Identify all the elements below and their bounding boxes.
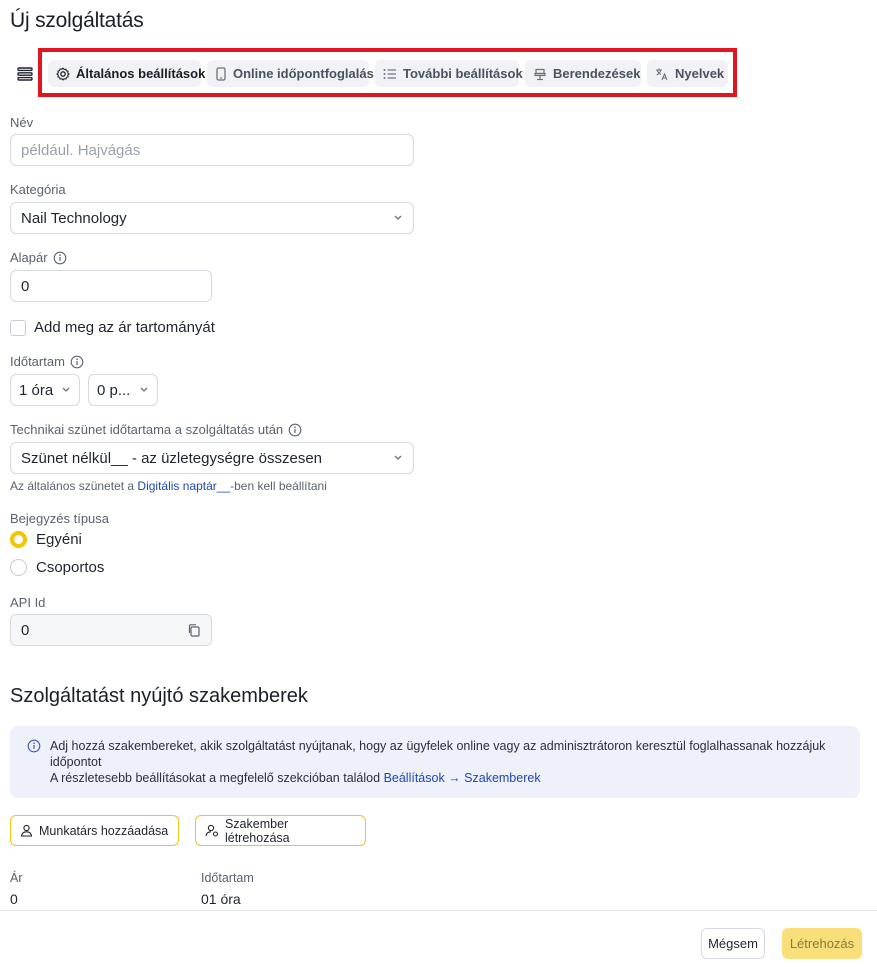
entry-type-radio-individual[interactable] xyxy=(10,531,27,548)
duration-minutes-value: 0 p... xyxy=(97,381,131,399)
entry-type-option-label: Csoportos xyxy=(36,559,105,576)
category-select[interactable]: Nail Technology xyxy=(10,202,414,234)
info-text-line2: A részletesebb beállításokat a megfelelő… xyxy=(50,770,844,786)
copy-icon[interactable] xyxy=(187,623,201,637)
technical-break-label: Technikai szünet időtartama a szolgáltat… xyxy=(10,422,302,437)
info-line2-prefix: A részletesebb beállításokat a megfelelő… xyxy=(50,771,381,785)
settings-specialists-link[interactable]: Beállítások → Szakemberek xyxy=(384,771,541,785)
duration-column-label: Időtartam xyxy=(201,871,254,885)
category-label: Kategória xyxy=(10,182,66,197)
user-icon xyxy=(20,824,33,837)
tab-label: Általános beállítások xyxy=(76,66,206,81)
chevron-down-icon xyxy=(62,387,70,392)
help-suffix: -ben kell beállítani xyxy=(230,479,327,493)
chevron-down-icon xyxy=(140,387,148,392)
info-icon[interactable] xyxy=(288,423,302,437)
technical-break-value: Szünet nélkül__ - az üzletegységre össze… xyxy=(21,449,323,467)
menu-icon[interactable] xyxy=(10,60,40,88)
technical-break-label-text: Technikai szünet időtartama a szolgáltat… xyxy=(10,422,284,437)
chevron-down-icon xyxy=(394,215,402,220)
add-staff-button[interactable]: Munkatárs hozzáadása xyxy=(10,815,179,846)
tab-label: További beállítások xyxy=(403,66,523,81)
duration-hours-select[interactable]: 1 óra xyxy=(10,374,80,406)
api-id-field[interactable]: 0 xyxy=(10,614,212,646)
api-id-label: API Id xyxy=(10,595,46,610)
tab-online-booking[interactable]: Online időpontfoglalás xyxy=(207,60,374,87)
duration-minutes-select[interactable]: 0 p... xyxy=(88,374,158,406)
translate-icon xyxy=(656,68,668,80)
cancel-button[interactable]: Mégsem xyxy=(701,928,765,959)
info-icon xyxy=(27,739,41,753)
base-price-value: 0 xyxy=(21,277,30,295)
api-id-value: 0 xyxy=(21,621,30,639)
create-specialist-label: Szakember létrehozása xyxy=(224,816,290,845)
technical-break-help: Az általános szünetet a Digitális naptár… xyxy=(10,479,327,493)
user-settings-icon xyxy=(205,824,219,837)
tab-equipment[interactable]: Berendezések xyxy=(525,60,641,87)
chair-icon xyxy=(534,68,546,80)
name-label: Név xyxy=(10,115,34,130)
create-button[interactable]: Létrehozás xyxy=(782,928,862,959)
add-staff-label: Munkatárs hozzáadása xyxy=(39,823,169,838)
page-title: Új szolgáltatás xyxy=(10,9,144,32)
tab-label: Online időpontfoglalás xyxy=(233,66,374,81)
price-range-label: Add meg az ár tartományát xyxy=(34,319,215,336)
price-column-value: 0 xyxy=(10,891,18,907)
gear-icon xyxy=(56,66,70,81)
create-specialist-button[interactable]: Szakember létrehozása xyxy=(195,815,366,846)
name-input[interactable]: például. Hajvágás xyxy=(10,134,414,166)
price-column-label: Ár xyxy=(10,871,23,885)
tab-more-settings[interactable]: További beállítások xyxy=(375,60,523,87)
duration-label: Időtartam xyxy=(10,354,84,369)
tab-languages[interactable]: Nyelvek xyxy=(647,60,728,87)
chevron-down-icon xyxy=(394,455,402,460)
category-value: Nail Technology xyxy=(21,209,127,227)
entry-type-option-label: Egyéni xyxy=(36,531,82,548)
tab-label: Berendezések xyxy=(553,66,641,81)
specialists-title: Szolgáltatást nyújtó szakemberek xyxy=(10,685,308,707)
entry-type-radio-group[interactable] xyxy=(10,559,27,576)
duration-column-value: 01 óra xyxy=(201,891,241,907)
info-icon[interactable] xyxy=(53,251,67,265)
entry-type-label: Bejegyzés típusa xyxy=(10,511,110,526)
base-price-label: Alapár xyxy=(10,250,67,265)
name-placeholder: például. Hajvágás xyxy=(21,141,141,159)
tab-general-settings[interactable]: Általános beállítások xyxy=(48,60,205,87)
phone-icon xyxy=(216,66,226,81)
price-range-checkbox[interactable] xyxy=(10,320,26,336)
info-icon[interactable] xyxy=(70,355,84,369)
base-price-input[interactable]: 0 xyxy=(10,270,212,302)
tab-label: Nyelvek xyxy=(675,66,725,81)
list-icon xyxy=(383,68,396,79)
digital-calendar-link[interactable]: Digitális naptár__ xyxy=(137,479,230,493)
duration-hours-value: 1 óra xyxy=(19,381,54,399)
specialists-info-box: Adj hozzá szakembereket, akik szolgáltat… xyxy=(10,726,860,798)
base-price-label-text: Alapár xyxy=(10,250,48,265)
help-prefix: Az általános szünetet a xyxy=(10,479,135,493)
info-text-line1: Adj hozzá szakembereket, akik szolgáltat… xyxy=(50,739,826,769)
technical-break-select[interactable]: Szünet nélkül__ - az üzletegységre össze… xyxy=(10,442,414,474)
duration-label-text: Időtartam xyxy=(10,354,65,369)
